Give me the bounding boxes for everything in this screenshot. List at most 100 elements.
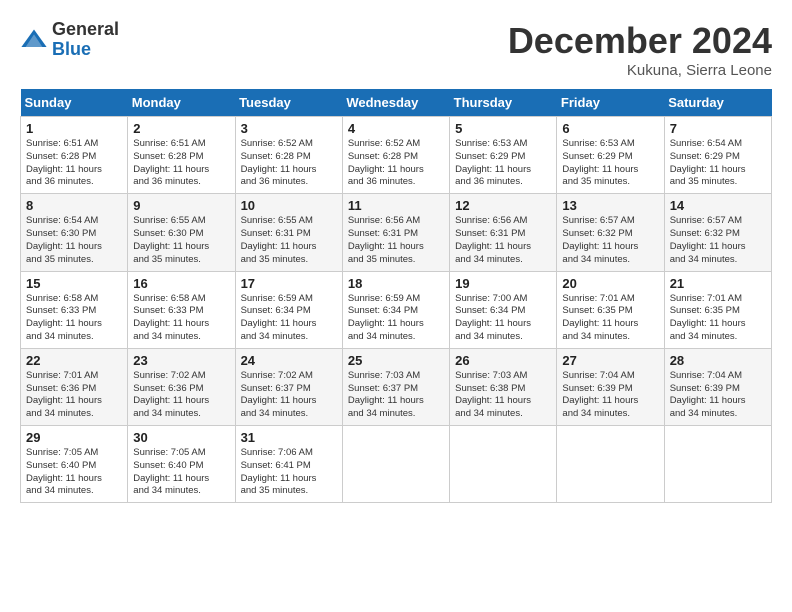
calendar-cell: 1 Sunrise: 6:51 AMSunset: 6:28 PMDaylight… bbox=[21, 117, 128, 194]
calendar-cell: 8 Sunrise: 6:54 AMSunset: 6:30 PMDaylight… bbox=[21, 194, 128, 271]
day-detail: Sunrise: 7:04 AMSunset: 6:39 PMDaylight:… bbox=[562, 370, 658, 421]
calendar-cell: 11Sunrise: 6:56 AMSunset: 6:31 PMDayligh… bbox=[342, 194, 449, 271]
day-number: 17 bbox=[241, 276, 337, 291]
calendar-cell: 17 Sunrise: 6:59 AMSunset: 6:34 PMDayligh… bbox=[235, 271, 342, 348]
calendar-cell: 31Sunrise: 7:06 AMSunset: 6:41 PMDayligh… bbox=[235, 426, 342, 503]
day-detail: Sunrise: 6:56 AMSunset: 6:31 PMDaylight:… bbox=[455, 215, 551, 266]
day-detail: Sunrise: 6:52 AMSunset: 6:28 PMDaylight:… bbox=[241, 138, 337, 189]
calendar-cell: 19 Sunrise: 7:00 AMSunset: 6:34 PMDayligh… bbox=[450, 271, 557, 348]
day-number: 5 bbox=[455, 121, 551, 136]
day-detail: Sunrise: 7:01 AMSunset: 6:35 PMDaylight:… bbox=[562, 293, 658, 344]
day-number: 29 bbox=[26, 430, 122, 445]
header-sunday: Sunday bbox=[21, 89, 128, 117]
calendar-week-1: 1 Sunrise: 6:51 AMSunset: 6:28 PMDaylight… bbox=[21, 117, 772, 194]
day-detail: Sunrise: 7:00 AMSunset: 6:34 PMDaylight:… bbox=[455, 293, 551, 344]
day-detail: Sunrise: 7:05 AMSunset: 6:40 PMDaylight:… bbox=[133, 447, 229, 498]
day-detail: Sunrise: 6:59 AMSunset: 6:34 PMDaylight:… bbox=[348, 293, 444, 344]
day-detail: Sunrise: 6:58 AMSunset: 6:33 PMDaylight:… bbox=[133, 293, 229, 344]
calendar-cell: 10 Sunrise: 6:55 AMSunset: 6:31 PMDayligh… bbox=[235, 194, 342, 271]
day-detail: Sunrise: 6:51 AMSunset: 6:28 PMDaylight:… bbox=[26, 138, 122, 189]
day-detail: Sunrise: 7:02 AMSunset: 6:36 PMDaylight:… bbox=[133, 370, 229, 421]
day-detail: Sunrise: 6:59 AMSunset: 6:34 PMDaylight:… bbox=[241, 293, 337, 344]
day-number: 14 bbox=[670, 198, 766, 213]
day-number: 18 bbox=[348, 276, 444, 291]
header-monday: Monday bbox=[128, 89, 235, 117]
day-number: 25 bbox=[348, 353, 444, 368]
header-saturday: Saturday bbox=[664, 89, 771, 117]
day-detail: Sunrise: 6:54 AMSunset: 6:29 PMDaylight:… bbox=[670, 138, 766, 189]
calendar-header-row: SundayMondayTuesdayWednesdayThursdayFrid… bbox=[21, 89, 772, 117]
day-detail: Sunrise: 6:54 AMSunset: 6:30 PMDaylight:… bbox=[26, 215, 122, 266]
calendar-cell: 13Sunrise: 6:57 AMSunset: 6:32 PMDayligh… bbox=[557, 194, 664, 271]
calendar-cell: 14 Sunrise: 6:57 AMSunset: 6:32 PMDayligh… bbox=[664, 194, 771, 271]
month-title: December 2024 bbox=[508, 20, 772, 62]
day-detail: Sunrise: 6:58 AMSunset: 6:33 PMDaylight:… bbox=[26, 293, 122, 344]
calendar-cell: 16 Sunrise: 6:58 AMSunset: 6:33 PMDayligh… bbox=[128, 271, 235, 348]
calendar-cell: 30 Sunrise: 7:05 AMSunset: 6:40 PMDayligh… bbox=[128, 426, 235, 503]
logo-general: General bbox=[52, 20, 119, 40]
calendar-cell: 12Sunrise: 6:56 AMSunset: 6:31 PMDayligh… bbox=[450, 194, 557, 271]
day-number: 15 bbox=[26, 276, 122, 291]
day-number: 27 bbox=[562, 353, 658, 368]
day-number: 8 bbox=[26, 198, 122, 213]
day-detail: Sunrise: 6:53 AMSunset: 6:29 PMDaylight:… bbox=[562, 138, 658, 189]
day-number: 28 bbox=[670, 353, 766, 368]
day-number: 6 bbox=[562, 121, 658, 136]
header-wednesday: Wednesday bbox=[342, 89, 449, 117]
calendar-table: SundayMondayTuesdayWednesdayThursdayFrid… bbox=[20, 89, 772, 503]
logo-text: General Blue bbox=[52, 20, 119, 60]
day-number: 3 bbox=[241, 121, 337, 136]
day-number: 9 bbox=[133, 198, 229, 213]
day-detail: Sunrise: 6:52 AMSunset: 6:28 PMDaylight:… bbox=[348, 138, 444, 189]
day-number: 19 bbox=[455, 276, 551, 291]
calendar-cell: 24Sunrise: 7:02 AMSunset: 6:37 PMDayligh… bbox=[235, 348, 342, 425]
day-detail: Sunrise: 6:57 AMSunset: 6:32 PMDaylight:… bbox=[670, 215, 766, 266]
day-detail: Sunrise: 7:05 AMSunset: 6:40 PMDaylight:… bbox=[26, 447, 122, 498]
day-number: 30 bbox=[133, 430, 229, 445]
calendar-cell bbox=[557, 426, 664, 503]
calendar-cell: 6 Sunrise: 6:53 AMSunset: 6:29 PMDaylight… bbox=[557, 117, 664, 194]
day-number: 10 bbox=[241, 198, 337, 213]
day-number: 1 bbox=[26, 121, 122, 136]
calendar-cell: 4 Sunrise: 6:52 AMSunset: 6:28 PMDaylight… bbox=[342, 117, 449, 194]
calendar-cell: 28 Sunrise: 7:04 AMSunset: 6:39 PMDayligh… bbox=[664, 348, 771, 425]
day-detail: Sunrise: 6:53 AMSunset: 6:29 PMDaylight:… bbox=[455, 138, 551, 189]
title-block: December 2024 Kukuna, Sierra Leone bbox=[508, 20, 772, 79]
day-detail: Sunrise: 7:03 AMSunset: 6:38 PMDaylight:… bbox=[455, 370, 551, 421]
calendar-cell: 21 Sunrise: 7:01 AMSunset: 6:35 PMDayligh… bbox=[664, 271, 771, 348]
day-detail: Sunrise: 7:01 AMSunset: 6:36 PMDaylight:… bbox=[26, 370, 122, 421]
logo: General Blue bbox=[20, 20, 119, 60]
page-header: General Blue December 2024 Kukuna, Sierr… bbox=[20, 20, 772, 79]
calendar-week-2: 8 Sunrise: 6:54 AMSunset: 6:30 PMDaylight… bbox=[21, 194, 772, 271]
logo-icon bbox=[20, 26, 48, 54]
calendar-cell: 29 Sunrise: 7:05 AMSunset: 6:40 PMDayligh… bbox=[21, 426, 128, 503]
calendar-week-3: 15 Sunrise: 6:58 AMSunset: 6:33 PMDayligh… bbox=[21, 271, 772, 348]
calendar-cell: 26 Sunrise: 7:03 AMSunset: 6:38 PMDayligh… bbox=[450, 348, 557, 425]
day-number: 7 bbox=[670, 121, 766, 136]
day-detail: Sunrise: 6:55 AMSunset: 6:31 PMDaylight:… bbox=[241, 215, 337, 266]
day-number: 22 bbox=[26, 353, 122, 368]
calendar-cell: 20Sunrise: 7:01 AMSunset: 6:35 PMDayligh… bbox=[557, 271, 664, 348]
day-detail: Sunrise: 7:04 AMSunset: 6:39 PMDaylight:… bbox=[670, 370, 766, 421]
calendar-cell: 5 Sunrise: 6:53 AMSunset: 6:29 PMDaylight… bbox=[450, 117, 557, 194]
day-number: 31 bbox=[241, 430, 337, 445]
day-detail: Sunrise: 7:02 AMSunset: 6:37 PMDaylight:… bbox=[241, 370, 337, 421]
day-detail: Sunrise: 6:51 AMSunset: 6:28 PMDaylight:… bbox=[133, 138, 229, 189]
calendar-cell bbox=[664, 426, 771, 503]
header-thursday: Thursday bbox=[450, 89, 557, 117]
day-number: 26 bbox=[455, 353, 551, 368]
day-number: 2 bbox=[133, 121, 229, 136]
day-number: 13 bbox=[562, 198, 658, 213]
day-number: 4 bbox=[348, 121, 444, 136]
day-number: 16 bbox=[133, 276, 229, 291]
day-number: 21 bbox=[670, 276, 766, 291]
calendar-cell bbox=[450, 426, 557, 503]
calendar-week-4: 22 Sunrise: 7:01 AMSunset: 6:36 PMDayligh… bbox=[21, 348, 772, 425]
header-friday: Friday bbox=[557, 89, 664, 117]
calendar-cell: 2 Sunrise: 6:51 AMSunset: 6:28 PMDaylight… bbox=[128, 117, 235, 194]
day-detail: Sunrise: 7:01 AMSunset: 6:35 PMDaylight:… bbox=[670, 293, 766, 344]
calendar-cell: 3 Sunrise: 6:52 AMSunset: 6:28 PMDaylight… bbox=[235, 117, 342, 194]
calendar-cell: 22 Sunrise: 7:01 AMSunset: 6:36 PMDayligh… bbox=[21, 348, 128, 425]
day-number: 11 bbox=[348, 198, 444, 213]
location: Kukuna, Sierra Leone bbox=[508, 62, 772, 79]
